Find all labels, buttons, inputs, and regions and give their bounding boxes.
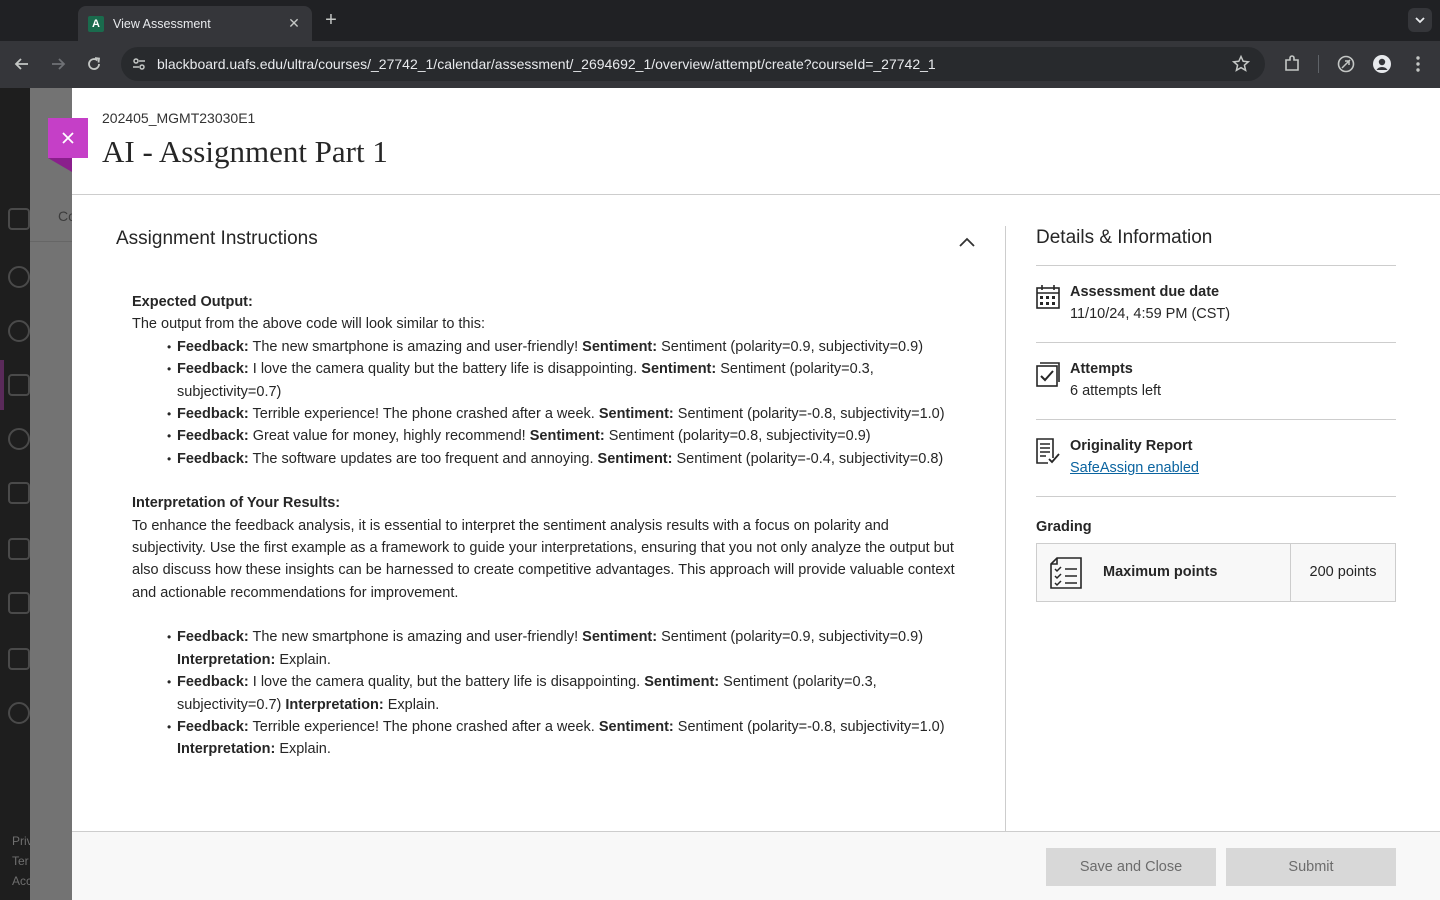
footer-accessibility: Acc [12,874,33,888]
browser-menu-icon[interactable] [1407,53,1429,75]
url-text[interactable]: blackboard.uafs.edu/ultra/courses/_27742… [157,56,936,72]
details-title: Details & Information [1036,227,1213,248]
expected-output-text: The output from the above code will look… [132,316,485,333]
attempts-checkbox-icon [1036,362,1060,387]
forward-arrow-icon[interactable] [44,50,72,78]
list-item: Feedback: I love the camera quality but … [167,358,958,403]
active-nav-indicator [0,360,4,410]
new-tab-icon[interactable]: + [320,9,342,31]
close-icon [62,132,74,144]
grading-label: Grading [1036,519,1092,535]
courses-icon [8,374,30,396]
address-bar[interactable]: blackboard.uafs.edu/ultra/courses/_27742… [121,47,1265,81]
max-points-value: 200 points [1309,564,1377,580]
attempts-label: Attempts [1070,361,1133,377]
list-item: Feedback: Great value for money, highly … [167,425,958,448]
due-date-item: Assessment due date 11/10/24, 4:59 PM (C… [1036,266,1396,342]
sign-out-icon [8,702,30,724]
attempts-value: 6 attempts left [1070,383,1162,399]
close-panel-button[interactable] [48,118,88,158]
site-settings-icon[interactable] [129,54,149,74]
course-code: 202405_MGMT23030E1 [102,110,256,126]
profile-icon [8,266,30,288]
footer-terms: Ter [12,854,29,868]
profile-avatar-icon[interactable] [1371,53,1393,75]
due-date-label: Assessment due date [1070,284,1220,300]
safeassign-link[interactable]: SafeAssign enabled [1070,460,1199,476]
chevron-up-icon[interactable] [956,231,978,253]
list-item: Feedback: Terrible experience! The phone… [167,403,958,426]
list-item: Feedback: Terrible experience! The phone… [167,716,958,761]
details-sidebar: Details & Information Assessment due dat… [1036,225,1396,602]
submit-button[interactable]: Submit [1226,848,1396,886]
toolbar-separator [1318,55,1319,73]
page-title: AI - Assignment Part 1 [102,134,388,169]
max-points-label: Maximum points [1103,564,1218,580]
list-item: Feedback: I love the camera quality, but… [167,671,958,716]
originality-report-icon [1036,438,1060,464]
interpretation-label: Interpretation of Your Results: [132,495,341,512]
extensions-puzzle-icon[interactable] [1281,53,1303,75]
save-and-close-button[interactable]: Save and Close [1046,848,1216,886]
tab-title: View Assessment [113,16,211,31]
list-item: Feedback: The software updates are too f… [167,448,958,471]
messages-icon [8,538,30,560]
panel-footer: Save and Close Submit [72,831,1440,900]
originality-label: Originality Report [1070,438,1193,454]
organizations-icon [8,428,30,450]
list-item: Feedback: The new smartphone is amazing … [167,336,958,359]
close-button-tail [48,158,72,172]
background-divider [30,241,72,242]
list-item: Feedback: The new smartphone is amazing … [167,626,958,671]
tab-search-chevron-icon[interactable] [1408,8,1432,32]
instructions-body: Expected Output: The output from the abo… [132,291,958,761]
expected-output-label: Expected Output: [132,294,253,310]
tab-close-icon[interactable]: ✕ [286,15,302,32]
blackboard-favicon-icon: A [88,15,104,32]
grades-icon [8,592,30,614]
reload-icon[interactable] [80,50,108,78]
grading-box: Maximum points 200 points [1036,543,1396,602]
back-arrow-icon[interactable] [8,50,36,78]
instructions-content[interactable]: Assignment Instructions Expected Output:… [72,195,1005,831]
calendar-icon [1036,285,1060,309]
interpretation-list: Feedback: The new smartphone is amazing … [167,626,958,761]
instructions-heading[interactable]: Assignment Instructions [116,228,318,250]
content-divider [1005,226,1006,832]
globe-icon [8,320,30,342]
browser-toolbar: blackboard.uafs.edu/ultra/courses/_27742… [0,41,1440,88]
background-nav: Priv Ter Acc [0,88,33,900]
originality-item: Originality Report SafeAssign enabled [1036,420,1396,496]
bookmark-star-icon[interactable] [1231,54,1251,79]
interpretation-text: To enhance the feedback analysis, it is … [132,517,955,601]
extension-leaf-icon[interactable] [1335,53,1357,75]
rubric-checklist-icon [1050,557,1082,589]
expected-output-list: Feedback: The new smartphone is amazing … [167,336,958,471]
tools-icon [8,648,30,670]
browser-tab-bar: A View Assessment ✕ + [0,0,1440,41]
due-date-value: 11/10/24, 4:59 PM (CST) [1070,306,1231,322]
assessment-panel: 202405_MGMT23030E1 AI - Assignment Part … [48,88,1440,900]
attempts-item: Attempts 6 attempts left [1036,343,1396,419]
calendar-nav-icon [8,482,30,504]
browser-tab[interactable]: A View Assessment ✕ [78,6,312,41]
background-page: Priv Ter Acc Co [0,88,76,900]
institution-icon [8,208,30,230]
